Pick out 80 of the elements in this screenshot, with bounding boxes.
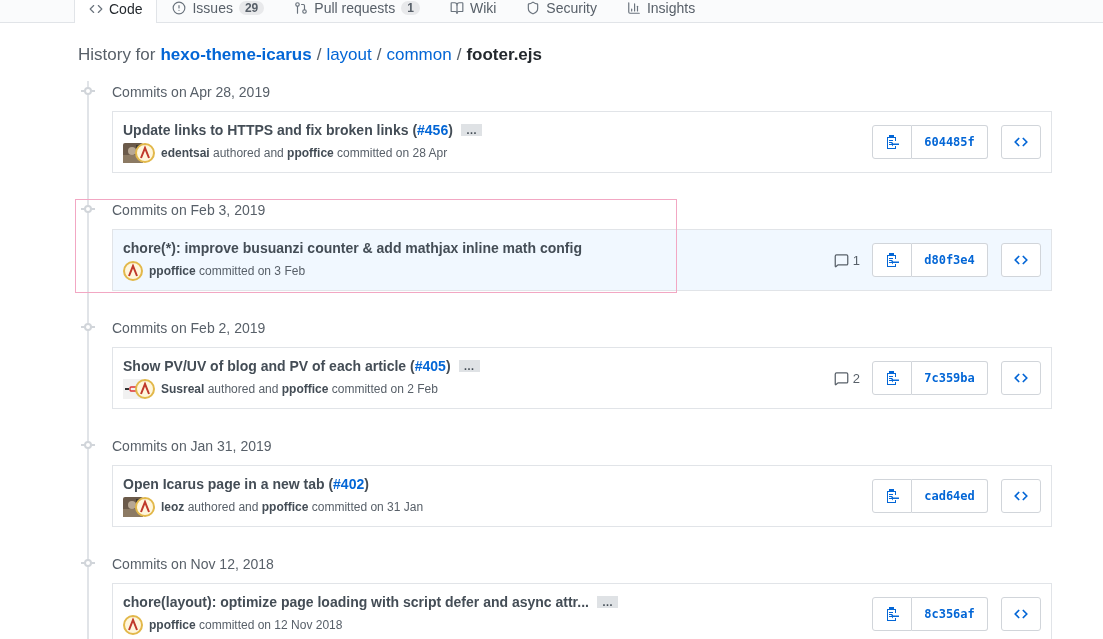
repo-tab[interactable]: Wiki xyxy=(434,0,512,23)
copy-sha-button[interactable] xyxy=(872,361,912,395)
commit-title[interactable]: Open Icarus page in a new tab ( xyxy=(123,475,334,492)
clipboard-icon xyxy=(885,370,899,386)
shield-icon xyxy=(526,1,541,15)
commit-sha-button[interactable]: d80f3e4 xyxy=(912,243,988,277)
commit-meta: edentsai authored and ppoffice committed on 28 Apr xyxy=(161,145,448,160)
commit-title: ) xyxy=(448,121,453,138)
commit-sha-button[interactable]: 8c356af xyxy=(912,597,988,631)
copy-sha-button[interactable] xyxy=(872,243,912,277)
browse-files-button[interactable] xyxy=(1001,125,1041,159)
book-icon xyxy=(449,1,464,15)
comment-icon xyxy=(833,370,849,386)
tab-counter: 1 xyxy=(401,1,420,15)
browse-files-button[interactable] xyxy=(1001,597,1041,631)
comment-icon xyxy=(833,252,849,268)
commit-meta: Susreal authored and ppoffice committed on 2 Feb xyxy=(161,381,438,396)
commit-node-icon xyxy=(81,558,95,568)
path-link[interactable]: layout xyxy=(326,45,372,65)
path-separator: / xyxy=(376,45,382,65)
pull-request-link[interactable]: #456 xyxy=(417,121,449,138)
commit-meta: ppoffice committed on 3 Feb xyxy=(149,263,306,278)
pull-request-link[interactable]: #402 xyxy=(333,475,365,492)
copy-sha-button[interactable] xyxy=(872,125,912,159)
pull-request-icon xyxy=(294,1,309,15)
avatar-icon xyxy=(123,614,143,635)
commit-sha-button[interactable]: 7c359ba xyxy=(912,361,988,395)
commit-sha-button[interactable]: 604485f xyxy=(912,125,988,159)
repo-tab[interactable]: Security xyxy=(511,0,612,23)
repo-tab[interactable]: Issues 29 xyxy=(157,0,280,23)
avatar-icon xyxy=(135,378,155,399)
commit-title[interactable]: chore(layout): optimize page loading with script defer and async attr... xyxy=(123,593,589,610)
browse-files-button[interactable] xyxy=(1001,361,1041,395)
path-separator: / xyxy=(456,45,462,65)
avatar-icon xyxy=(123,260,143,281)
comment-count[interactable]: 1 xyxy=(833,252,860,268)
commit-date-heading: Commits on Nov 12, 2018 xyxy=(112,555,275,574)
browse-files-button[interactable] xyxy=(1001,243,1041,277)
clipboard-icon xyxy=(885,252,899,268)
browse-files-button[interactable] xyxy=(1001,479,1041,513)
avatar-icon xyxy=(135,142,155,163)
commit-title: ) xyxy=(364,475,369,492)
commit-node-icon xyxy=(81,86,95,96)
comment-count[interactable]: 2 xyxy=(833,370,860,386)
commit-date-heading: Commits on Jan 31, 2019 xyxy=(112,437,273,456)
path-link[interactable]: common xyxy=(386,45,452,65)
commit-node-icon xyxy=(81,204,95,214)
code-icon xyxy=(89,2,103,16)
commit-title: ) xyxy=(445,357,451,374)
avatar-icon xyxy=(135,496,155,517)
clipboard-icon xyxy=(885,606,899,622)
commit-date-heading: Commits on Apr 28, 2019 xyxy=(112,83,271,102)
issue-icon xyxy=(172,1,187,15)
commit-title[interactable]: Show PV/UV of blog and PV of each article ( xyxy=(123,357,415,374)
commit-title[interactable]: Update links to HTTPS and fix broken links ( xyxy=(123,121,418,138)
commit-meta: leoz authored and ppoffice committed on 31 Jan xyxy=(161,499,424,514)
commit-meta: ppoffice committed on 12 Nov 2018 xyxy=(149,617,343,632)
repo-tab[interactable]: Pull requests 1 xyxy=(279,0,435,23)
clipboard-icon xyxy=(885,488,899,504)
path-separator: / xyxy=(316,45,322,65)
repo-tab[interactable]: Insights xyxy=(611,0,711,23)
commit-sha-button[interactable]: cad64ed xyxy=(912,479,988,513)
bar-chart-icon xyxy=(626,1,641,15)
commit-node-icon xyxy=(81,322,95,332)
history-label: History for xyxy=(78,45,156,65)
file-name[interactable]: footer.ejs xyxy=(466,45,542,65)
expand-button[interactable]: … xyxy=(460,123,482,136)
expand-button[interactable]: … xyxy=(596,595,618,608)
copy-sha-button[interactable] xyxy=(872,597,912,631)
commit-node-icon xyxy=(81,440,95,450)
commit-date-heading: Commits on Feb 2, 2019 xyxy=(112,319,267,338)
tab-counter: 29 xyxy=(238,1,265,15)
copy-sha-button[interactable] xyxy=(872,479,912,513)
pull-request-link[interactable]: #405 xyxy=(414,357,446,374)
commit-date-heading: Commits on Feb 3, 2019 xyxy=(112,201,267,220)
commit-title[interactable]: chore(*): improve busuanzi counter & add mathjax inline math config xyxy=(123,239,582,256)
expand-button[interactable]: … xyxy=(458,359,480,372)
clipboard-icon xyxy=(885,134,899,150)
repo-tab[interactable]: Code xyxy=(74,0,158,23)
path-link[interactable]: hexo-theme-icarus xyxy=(160,45,312,65)
